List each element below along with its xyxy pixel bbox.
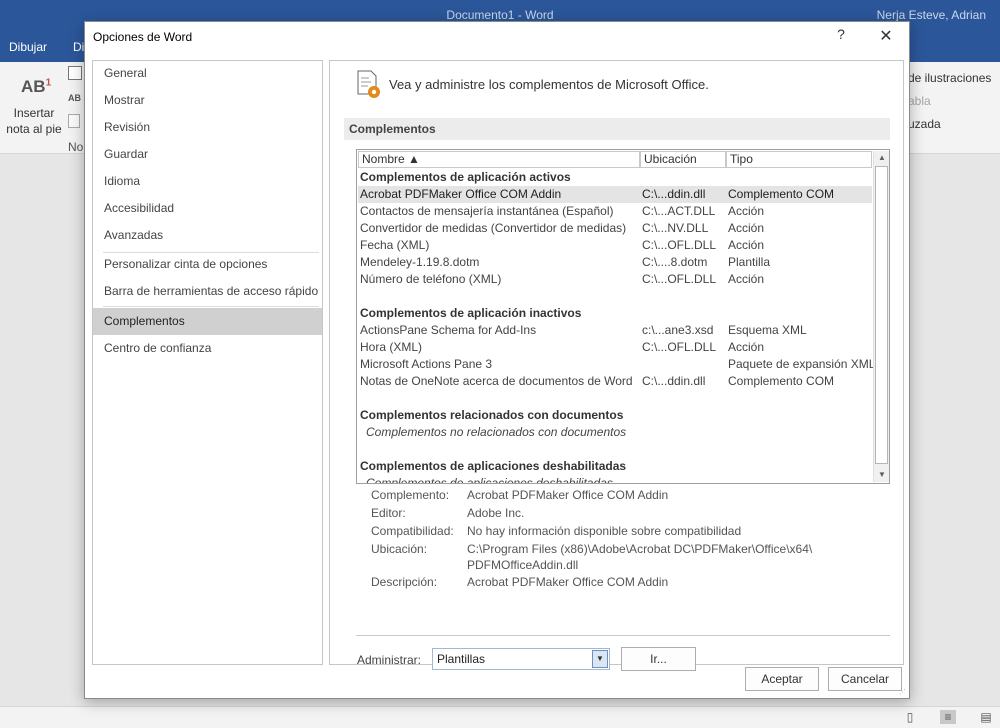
nav-item-guardar[interactable]: Guardar bbox=[93, 141, 322, 168]
nav-item-idioma[interactable]: Idioma bbox=[93, 168, 322, 195]
nav-divider bbox=[103, 306, 319, 307]
detail-publisher-label: Editor: bbox=[371, 506, 406, 520]
document-title: Documento1 - Word bbox=[446, 8, 554, 22]
insert-endnote-icon[interactable] bbox=[68, 66, 82, 80]
column-header-name[interactable]: Nombre ▲ bbox=[358, 151, 640, 168]
close-button[interactable]: ✕ bbox=[877, 26, 895, 46]
nav-item-mostrar[interactable]: Mostrar bbox=[93, 87, 322, 114]
panel-heading: Vea y administre los complementos de Mic… bbox=[389, 77, 709, 92]
scroll-up-icon[interactable]: ▲ bbox=[874, 151, 889, 165]
nav-item-revision[interactable]: Revisión bbox=[93, 114, 322, 141]
detail-desc-label: Descripción: bbox=[371, 575, 438, 589]
ribbon-right-label-1[interactable]: de ilustraciones bbox=[908, 71, 991, 85]
manage-label: Administrar: bbox=[357, 653, 422, 667]
chevron-down-icon[interactable]: ▼ bbox=[592, 650, 608, 668]
go-button[interactable]: Ir... bbox=[621, 647, 696, 671]
column-header-type[interactable]: Tipo bbox=[726, 151, 872, 168]
tab-dibujar[interactable]: Dibujar bbox=[9, 40, 47, 54]
table-row[interactable]: Contactos de mensajería instantánea (Esp… bbox=[358, 203, 872, 220]
table-row[interactable]: Número de teléfono (XML) C:\...OFL.DLL Acc… bbox=[358, 271, 872, 288]
detail-compat-label: Compatibilidad: bbox=[371, 524, 454, 538]
next-footnote-icon[interactable]: AB bbox=[68, 93, 81, 103]
table-row[interactable]: Mendeley-1.19.8.dotm C:\....8.dotm Plantil… bbox=[358, 254, 872, 271]
help-button[interactable]: ? bbox=[833, 26, 849, 46]
nav-item-barra-acceso-rapido[interactable]: Barra de herramientas de acceso rápido bbox=[93, 278, 322, 305]
scroll-down-icon[interactable]: ▼ bbox=[874, 468, 889, 482]
word-options-dialog: Opciones de Word ? ✕ General Mostrar Rev… bbox=[84, 21, 910, 699]
group-header: Complementos de aplicación inactivos bbox=[360, 306, 582, 320]
addins-panel: Vea y administre los complementos de Mic… bbox=[329, 60, 904, 671]
detail-publisher-value: Adobe Inc. bbox=[467, 506, 525, 520]
nav-item-personalizar-cinta[interactable]: Personalizar cinta de opciones bbox=[93, 251, 322, 278]
web-layout-icon[interactable]: ▤ bbox=[978, 710, 994, 724]
table-row[interactable]: Convertidor de medidas (Convertidor de m… bbox=[358, 220, 872, 237]
nav-item-general[interactable]: General bbox=[93, 60, 322, 87]
ok-button[interactable]: Aceptar bbox=[745, 667, 819, 691]
addins-list[interactable]: Nombre ▲ Ubicación Tipo Complementos de … bbox=[356, 149, 890, 484]
dialog-title: Opciones de Word bbox=[93, 30, 193, 44]
list-scrollbar[interactable]: ▲ ▼ bbox=[873, 151, 889, 482]
detail-addin-label: Complemento: bbox=[371, 488, 450, 502]
nav-item-accesibilidad[interactable]: Accesibilidad bbox=[93, 195, 322, 222]
read-mode-icon[interactable]: ▯ bbox=[902, 710, 918, 724]
empty-group-note: Complementos de aplicaciones deshabilita… bbox=[366, 476, 613, 484]
detail-addin-value: Acrobat PDFMaker Office COM Addin bbox=[467, 488, 669, 502]
detail-location-label: Ubicación: bbox=[371, 542, 428, 556]
ribbon-right-label-2[interactable]: abla bbox=[908, 94, 931, 108]
options-navigation: General Mostrar Revisión Guardar Idioma … bbox=[92, 60, 323, 665]
group-header: Complementos de aplicación activos bbox=[360, 170, 571, 184]
scroll-thumb[interactable] bbox=[875, 166, 888, 464]
nav-item-avanzadas[interactable]: Avanzadas bbox=[93, 222, 322, 249]
notes-group-label: No bbox=[68, 140, 84, 154]
print-layout-icon[interactable]: ≡ bbox=[940, 710, 956, 724]
detail-compat-value: No hay información disponible sobre comp… bbox=[467, 524, 742, 538]
nav-item-centro-confianza[interactable]: Centro de confianza bbox=[93, 335, 322, 362]
detail-location-value: C:\Program Files (x86)\Adobe\Acrobat DC\… bbox=[467, 542, 813, 572]
addins-icon bbox=[357, 70, 380, 98]
manage-dropdown-value: Plantillas bbox=[437, 652, 486, 666]
table-row[interactable]: Hora (XML) C:\...OFL.DLL Acción bbox=[358, 339, 872, 356]
cancel-button[interactable]: Cancelar bbox=[828, 667, 902, 691]
resize-grip-icon[interactable]: ⋰ bbox=[899, 688, 907, 696]
nav-item-complementos[interactable]: Complementos bbox=[93, 308, 322, 335]
detail-desc-value: Acrobat PDFMaker Office COM Addin bbox=[467, 575, 669, 589]
insert-footnote-button[interactable]: Insertar nota al pie bbox=[6, 105, 62, 137]
table-row[interactable]: Notas de OneNote acerca de documentos de… bbox=[358, 373, 872, 390]
tab-partial[interactable]: Di bbox=[73, 40, 84, 54]
table-row[interactable]: Acrobat PDFMaker Office COM Addin C:\...d… bbox=[358, 186, 872, 203]
column-header-location[interactable]: Ubicación bbox=[640, 151, 726, 168]
manage-dropdown[interactable]: Plantillas ▼ bbox=[432, 648, 610, 670]
show-notes-icon[interactable] bbox=[68, 114, 80, 128]
ribbon-right-label-3[interactable]: uzada bbox=[908, 117, 941, 131]
table-row[interactable]: Fecha (XML) C:\...OFL.DLL Acción bbox=[358, 237, 872, 254]
user-name[interactable]: Nerja Esteve, Adrian bbox=[877, 8, 986, 22]
insert-footnote-icon[interactable]: AB1 bbox=[21, 77, 51, 97]
status-bar: ▯ ≡ ▤ bbox=[0, 706, 1000, 728]
section-title: Complementos bbox=[344, 118, 890, 140]
table-row[interactable]: Microsoft Actions Pane 3 Paquete de expan… bbox=[358, 356, 875, 373]
divider bbox=[356, 635, 890, 636]
table-row[interactable]: ActionsPane Schema for Add-Ins c:\...ane3… bbox=[358, 322, 872, 339]
group-header: Complementos relacionados con documentos bbox=[360, 408, 624, 422]
empty-group-note: Complementos no relacionados con documen… bbox=[366, 425, 627, 439]
group-header: Complementos de aplicaciones deshabilita… bbox=[360, 459, 627, 473]
